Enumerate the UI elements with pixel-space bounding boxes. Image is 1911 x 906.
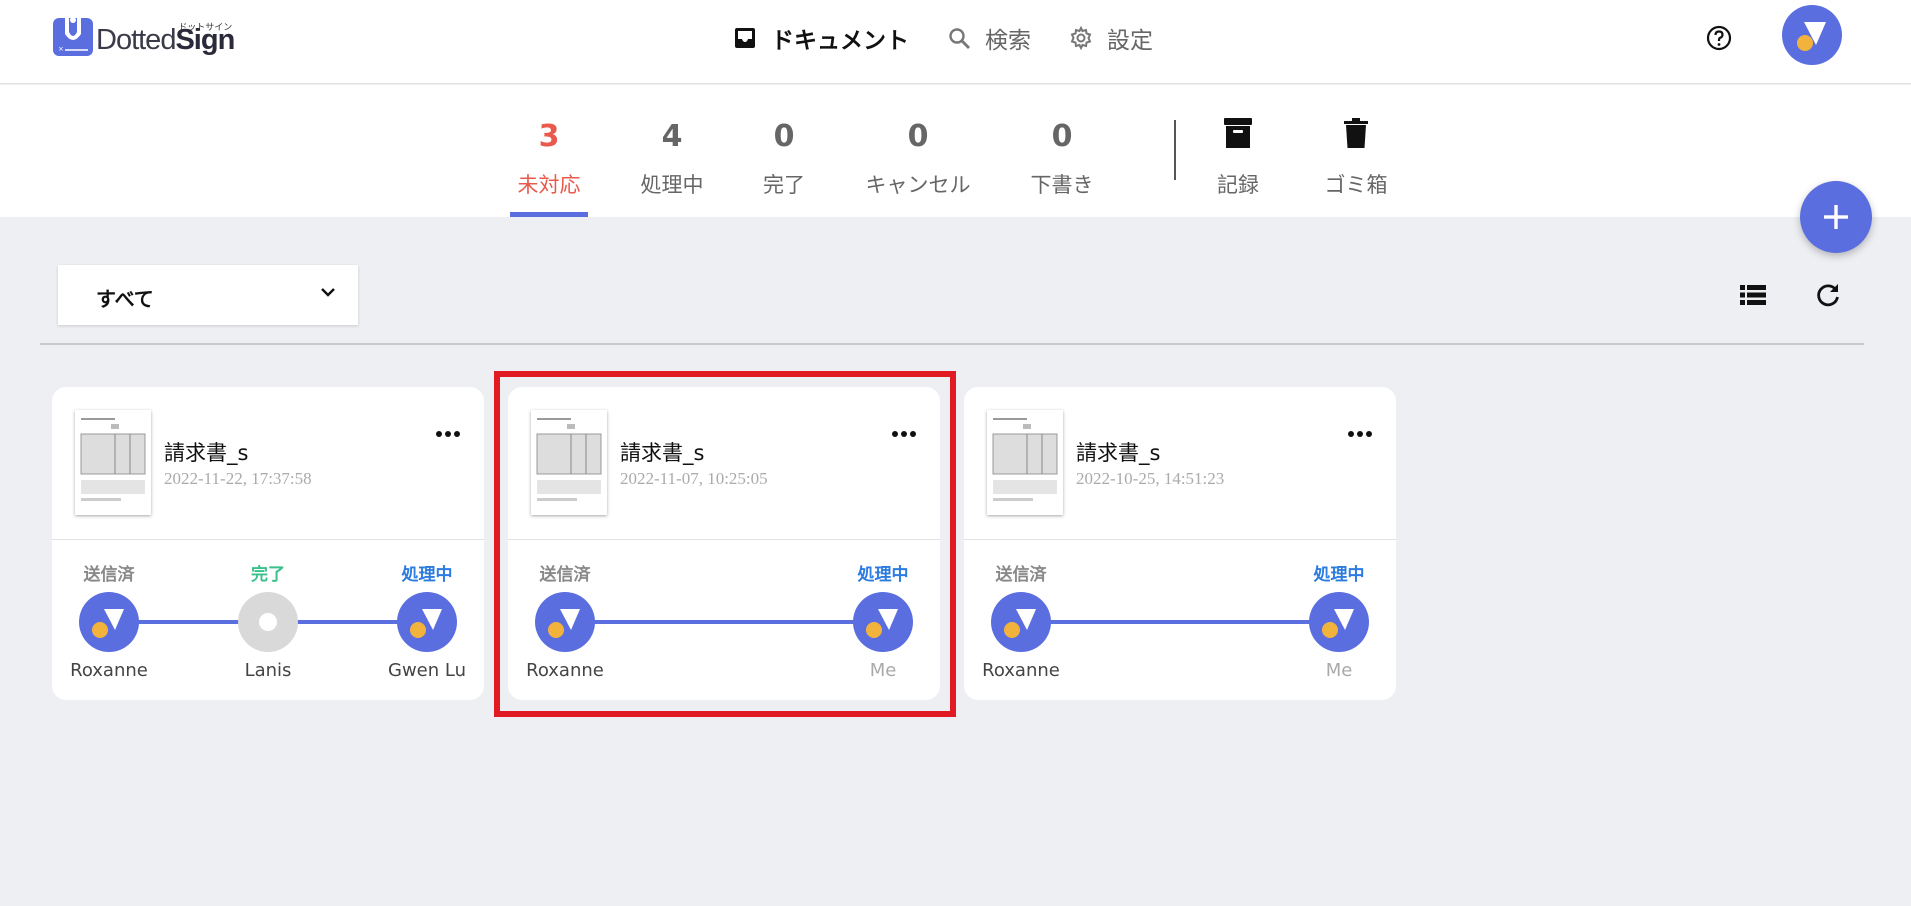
dottedsign-logo[interactable]: × ドットサイン DottedSign	[52, 14, 235, 58]
avatar-logo-icon	[1797, 22, 1826, 51]
signer-name: Roxanne	[982, 660, 1060, 681]
signer-name: Roxanne	[70, 660, 148, 681]
tab-label: 記録	[1217, 173, 1259, 197]
tab-divider	[1174, 120, 1176, 180]
tab-label: 未対応	[517, 173, 581, 197]
signer-status: 完了	[251, 565, 285, 585]
nav-settings-label: 設定	[1107, 28, 1153, 54]
document-card[interactable]: 請求書_s 2022-11-22, 17:37:58 送信済 Roxanne 完…	[52, 387, 484, 700]
tab-count: 0	[907, 119, 929, 154]
more-options-button[interactable]	[1347, 423, 1373, 442]
active-tab-indicator	[510, 212, 588, 217]
document-date: 2022-10-25, 14:51:23	[1076, 469, 1225, 488]
tab-label: ゴミ箱	[1324, 173, 1388, 197]
gear-icon	[1070, 26, 1092, 50]
nav-documents-label: ドキュメント	[771, 28, 909, 54]
signer-status: 送信済	[83, 565, 135, 585]
signer-progress-line	[1036, 620, 1326, 624]
top-header: × ドットサイン DottedSign ドキュメント 検索 設定	[0, 0, 1911, 84]
plus-icon	[1824, 205, 1848, 229]
logo-kana: ドットサイン	[178, 23, 233, 33]
tab-trash[interactable]: ゴミ箱	[1316, 85, 1396, 217]
user-avatar[interactable]	[1782, 5, 1842, 65]
tab-count: 4	[661, 119, 683, 154]
document-thumbnail	[987, 410, 1063, 515]
card-separator	[52, 539, 484, 540]
chevron-down-icon	[321, 288, 335, 297]
signer-status: 送信済	[995, 565, 1047, 585]
refresh-icon	[1817, 284, 1839, 307]
signer-item[interactable]: 完了 Lanis	[213, 560, 323, 681]
nav-search-label: 検索	[985, 28, 1031, 54]
signer-name: Lanis	[244, 660, 292, 681]
signer-name: Me	[1325, 660, 1353, 681]
signer-status: 処理中	[1313, 565, 1365, 585]
document-date: 2022-11-22, 17:37:58	[164, 469, 312, 488]
list-view-button[interactable]	[1740, 285, 1766, 309]
signer-item[interactable]: 処理中 Me	[1284, 560, 1394, 681]
signer-item[interactable]: 処理中 Gwen Lu	[372, 560, 482, 681]
tab-label: 下書き	[1030, 173, 1094, 197]
more-horizontal-icon	[1348, 431, 1372, 437]
tab-records[interactable]: 記録	[1198, 85, 1278, 217]
list-view-icon	[1740, 285, 1766, 305]
divider-line	[40, 343, 1864, 345]
signer-avatar	[991, 592, 1051, 652]
card-separator	[964, 539, 1396, 540]
signer-item[interactable]: 送信済 Roxanne	[966, 560, 1076, 681]
document-title: 請求書_s	[1076, 441, 1161, 465]
more-horizontal-icon	[436, 431, 460, 437]
signer-item[interactable]: 送信済 Roxanne	[54, 560, 164, 681]
filter-selected-value: すべて	[96, 287, 154, 311]
selection-highlight-box	[494, 371, 956, 717]
nav-settings[interactable]: 設定	[1069, 21, 1153, 55]
nav-documents[interactable]: ドキュメント	[733, 21, 909, 55]
svg-text:×: ×	[58, 45, 64, 53]
tab-drafts[interactable]: 0 下書き	[1018, 85, 1106, 217]
document-card[interactable]: 請求書_s 2022-10-25, 14:51:23 送信済 Roxanne 処…	[964, 387, 1396, 700]
tab-pending[interactable]: 3 未対応	[510, 85, 588, 217]
question-circle-icon	[1706, 25, 1732, 51]
signer-avatar	[238, 592, 298, 652]
tab-count: 0	[1051, 119, 1073, 154]
pen-nib-logo-icon: ×	[52, 14, 94, 58]
signer-status: 処理中	[401, 565, 453, 585]
signer-name: Gwen Lu	[388, 660, 466, 681]
tab-label: 処理中	[640, 173, 704, 197]
refresh-button[interactable]	[1815, 282, 1841, 312]
document-title: 請求書_s	[164, 441, 249, 465]
inbox-icon	[735, 28, 755, 48]
tab-count: 0	[773, 119, 795, 154]
tab-label: 完了	[763, 173, 805, 197]
add-document-button[interactable]	[1800, 181, 1872, 253]
document-thumbnail	[75, 410, 151, 515]
archive-icon	[1224, 118, 1252, 148]
signer-avatar	[397, 592, 457, 652]
help-button[interactable]	[1705, 24, 1733, 56]
tab-completed[interactable]: 0 完了	[742, 85, 826, 217]
tab-count: 3	[538, 119, 560, 154]
filter-select[interactable]: すべて	[58, 265, 358, 325]
search-icon	[949, 28, 970, 49]
signer-avatar	[79, 592, 139, 652]
tab-label: キャンセル	[865, 173, 971, 197]
more-options-button[interactable]	[435, 423, 461, 442]
main-nav: ドキュメント 検索 設定	[733, 18, 1191, 58]
tab-processing[interactable]: 4 処理中	[632, 85, 712, 217]
tab-cancelled[interactable]: 0 キャンセル	[860, 85, 976, 217]
signer-avatar	[1309, 592, 1369, 652]
status-tabs: 3 未対応 4 処理中 0 完了 0 キャンセル 0 下書き 記録 ゴミ箱	[0, 85, 1911, 217]
nav-search[interactable]: 検索	[947, 21, 1031, 55]
trash-icon	[1344, 118, 1368, 148]
